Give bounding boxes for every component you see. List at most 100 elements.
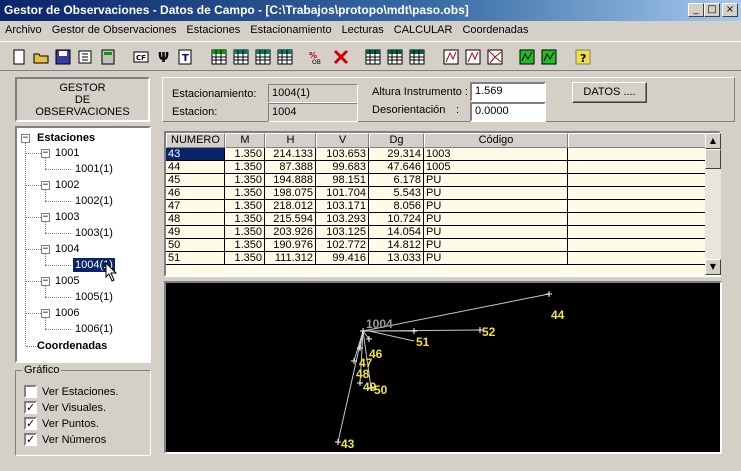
scroll-up-button[interactable]: ▲ [705, 133, 721, 149]
menu-calcular[interactable]: CALCULAR [389, 21, 458, 41]
chart-tool-button[interactable] [440, 46, 462, 68]
tree-estacionamiento-1001(1)[interactable]: 1001(1) [75, 162, 113, 176]
table-cell[interactable]: 10.724 [369, 213, 424, 226]
scroll-thumb[interactable] [705, 149, 721, 169]
table-cell[interactable]: 87.388 [265, 161, 316, 174]
table-cell[interactable]: 1.350 [225, 226, 265, 239]
tree-estacionamiento-1006(1)[interactable]: 1006(1) [75, 322, 113, 336]
table-tool-button[interactable] [362, 46, 384, 68]
table-cell[interactable]: 1.350 [225, 161, 265, 174]
tree-station-1001[interactable]: 1001 [55, 146, 79, 160]
altura-input[interactable]: 1.569 [470, 82, 546, 102]
table-cell[interactable]: 47.646 [369, 161, 424, 174]
table-cell[interactable]: 1005 [424, 161, 568, 174]
table-cell[interactable]: 103.653 [316, 148, 369, 161]
tree-station-1005[interactable]: 1005 [55, 274, 79, 288]
menu-coordenadas[interactable]: Coordenadas [457, 21, 533, 41]
green-chart-tool-button[interactable] [516, 46, 538, 68]
table-cell[interactable]: 46 [166, 187, 225, 200]
datos-button[interactable]: DATOS .... [572, 82, 647, 103]
collapse-toggle[interactable]: − [41, 149, 50, 158]
green-chart-tool-button[interactable] [538, 46, 560, 68]
collapse-toggle[interactable]: − [41, 309, 50, 318]
table-row[interactable]: 48 1.350 215.594 103.293 10.724 PU [166, 213, 708, 226]
grid-tool-button[interactable] [252, 46, 274, 68]
tree-root-coordenadas[interactable]: Coordenadas [37, 339, 107, 353]
calculator-tool-button[interactable] [97, 46, 119, 68]
table-cell[interactable]: 8.056 [369, 200, 424, 213]
table-cell[interactable]: 1.350 [225, 174, 265, 187]
table-row[interactable]: 51 1.350 111.312 99.416 13.033 PU [166, 252, 708, 265]
table-cell[interactable]: 1.350 [225, 213, 265, 226]
collapse-toggle[interactable]: − [41, 213, 50, 222]
table-tool-button[interactable] [384, 46, 406, 68]
table-cell[interactable]: PU [424, 200, 568, 213]
export-tool-button[interactable] [74, 46, 96, 68]
tree-station-1006[interactable]: 1006 [55, 306, 79, 320]
table-cell[interactable]: 1.350 [225, 148, 265, 161]
column-header-2[interactable]: H [265, 133, 316, 148]
ver-numeros-checkbox[interactable]: ✓ Ver Números [24, 433, 106, 446]
table-row[interactable]: 50 1.350 190.976 102.772 14.812 PU [166, 239, 708, 252]
table-cell[interactable]: 6.178 [369, 174, 424, 187]
table-cell[interactable]: 214.133 [265, 148, 316, 161]
grid-tool-button[interactable] [230, 46, 252, 68]
menu-estacionamiento[interactable]: Estacionamiento [245, 21, 336, 41]
tree-station-1004[interactable]: 1004 [55, 242, 79, 256]
table-row[interactable]: 45 1.350 194.888 98.151 6.178 PU [166, 174, 708, 187]
scroll-down-button[interactable]: ▼ [705, 259, 721, 275]
collapse-toggle[interactable]: − [21, 134, 30, 143]
table-row[interactable]: 43 1.350 214.133 103.653 29.314 1003 [166, 148, 708, 161]
chart-tool-button[interactable] [462, 46, 484, 68]
table-cell[interactable]: PU [424, 252, 568, 265]
plot-canvas[interactable]: 44 52 51 46 47 48 49 50 43 1004 [164, 281, 722, 454]
ver-puntos-checkbox[interactable]: ✓ Ver Puntos. [24, 417, 99, 430]
collapse-toggle[interactable]: − [41, 277, 50, 286]
table-cell[interactable]: 99.683 [316, 161, 369, 174]
table-cell[interactable]: 1.350 [225, 239, 265, 252]
table-row[interactable]: 47 1.350 218.012 103.171 8.056 PU [166, 200, 708, 213]
column-header-1[interactable]: M [225, 133, 265, 148]
table-cell[interactable]: PU [424, 239, 568, 252]
table-cell[interactable]: 44 [166, 161, 225, 174]
delete-tool-button[interactable] [330, 46, 352, 68]
network-tool-button[interactable] [484, 46, 506, 68]
maximize-button[interactable]: □ [704, 3, 720, 17]
table-cell[interactable]: 111.312 [265, 252, 316, 265]
help-tool-button[interactable]: ? [572, 46, 594, 68]
table-cell[interactable]: 215.594 [265, 213, 316, 226]
measure-tool-button[interactable]: % OB [306, 46, 328, 68]
close-button[interactable]: × [722, 3, 738, 17]
table-cell[interactable]: 29.314 [369, 148, 424, 161]
table-cell[interactable]: PU [424, 174, 568, 187]
open-tool-button[interactable] [30, 46, 52, 68]
menu-archivo[interactable]: Archivo [0, 21, 47, 41]
tree-estacionamiento-1003(1)[interactable]: 1003(1) [75, 226, 113, 240]
table-cell[interactable]: 1.350 [225, 187, 265, 200]
table-cell[interactable]: 47 [166, 200, 225, 213]
table-cell[interactable]: 1.350 [225, 200, 265, 213]
u-tool-button[interactable]: Ψ [152, 46, 174, 68]
menu-lecturas[interactable]: Lecturas [337, 21, 389, 41]
table-tool-button[interactable] [406, 46, 428, 68]
table-row[interactable]: 46 1.350 198.075 101.704 5.543 PU [166, 187, 708, 200]
tree-station-1002[interactable]: 1002 [55, 178, 79, 192]
table-cell[interactable]: 103.171 [316, 200, 369, 213]
table-cell[interactable]: PU [424, 187, 568, 200]
column-header-3[interactable]: V [316, 133, 369, 148]
new-tool-button[interactable] [8, 46, 30, 68]
column-header-4[interactable]: Dg [369, 133, 424, 148]
table-cell[interactable]: 13.033 [369, 252, 424, 265]
table-cell[interactable]: 99.416 [316, 252, 369, 265]
text-tool-button[interactable]: T [174, 46, 196, 68]
green-grid-tool-button[interactable] [208, 46, 230, 68]
table-cell[interactable]: 218.012 [265, 200, 316, 213]
ver-estaciones-checkbox[interactable]: Ver Estaciones. [24, 385, 118, 398]
table-cell[interactable]: 48 [166, 213, 225, 226]
checkbox-box[interactable]: ✓ [24, 417, 37, 430]
column-header-5[interactable]: Código [424, 133, 568, 148]
grid-tool-button[interactable] [274, 46, 296, 68]
table-cell[interactable]: 198.075 [265, 187, 316, 200]
table-cell[interactable]: 101.704 [316, 187, 369, 200]
table-cell[interactable]: 51 [166, 252, 225, 265]
